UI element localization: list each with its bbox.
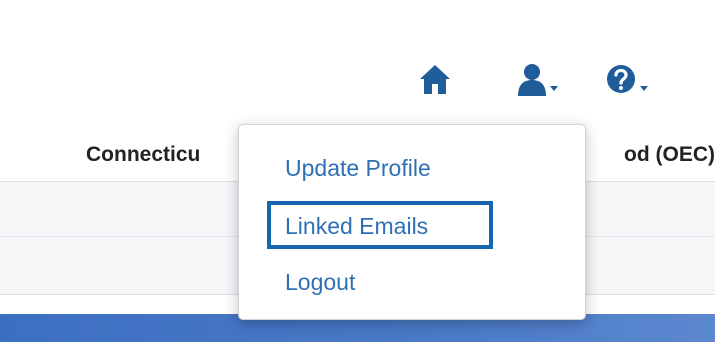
top-nav-bar	[0, 0, 715, 120]
menu-item-logout[interactable]: Logout	[285, 269, 355, 296]
user-menu-icon[interactable]	[516, 62, 566, 96]
user-dropdown-menu: Update Profile Linked Emails Logout	[238, 124, 586, 320]
menu-item-linked-emails[interactable]: Linked Emails	[285, 213, 428, 240]
home-icon[interactable]	[418, 62, 452, 96]
org-title-right: od (OEC)	[624, 143, 715, 166]
menu-item-update-profile[interactable]: Update Profile	[285, 155, 431, 182]
org-title-left: Connecticu	[86, 143, 201, 166]
chevron-down-icon	[640, 86, 648, 91]
chevron-down-icon	[550, 86, 558, 91]
help-menu-icon[interactable]	[606, 62, 656, 96]
